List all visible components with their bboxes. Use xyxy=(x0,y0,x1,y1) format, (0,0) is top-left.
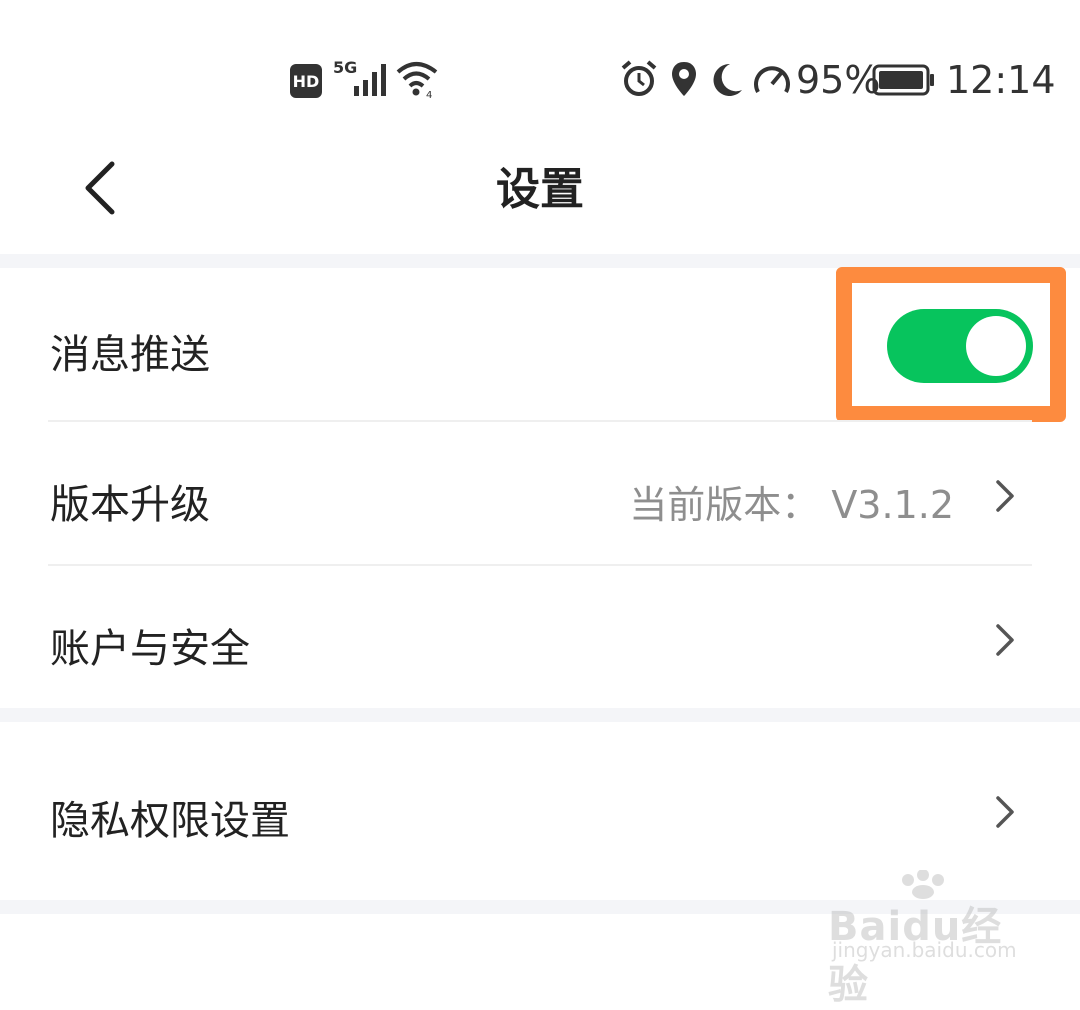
current-version-value: 当前版本： V3.1.2 xyxy=(629,483,954,527)
speed-icon xyxy=(754,66,790,93)
svg-text:4: 4 xyxy=(426,90,432,100)
moon-icon xyxy=(713,63,742,96)
version-upgrade-row[interactable]: 版本升级 当前版本： V3.1.2 xyxy=(0,422,1080,564)
signal-icon xyxy=(354,64,386,96)
alarm-icon xyxy=(621,60,657,96)
section-separator xyxy=(0,254,1080,268)
push-notification-toggle[interactable] xyxy=(887,309,1033,383)
account-security-row[interactable]: 账户与安全 xyxy=(0,566,1080,708)
page-title: 设置 xyxy=(496,164,584,215)
section-separator xyxy=(0,708,1080,722)
watermark-url: jingyan.baidu.com xyxy=(832,938,1017,962)
location-icon xyxy=(672,62,696,96)
clock: 12:14 xyxy=(946,58,1056,102)
version-upgrade-label: 版本升级 xyxy=(50,482,210,528)
chevron-right-icon xyxy=(996,480,1014,512)
baidu-watermark: Baidu经验 jingyan.baidu.com xyxy=(828,870,1028,1008)
push-notification-label: 消息推送 xyxy=(50,332,210,378)
status-bar: HD 5G 4 95% 12:14 xyxy=(0,0,1080,160)
privacy-settings-label: 隐私权限设置 xyxy=(50,798,290,844)
battery-icon xyxy=(872,64,934,96)
chevron-right-icon xyxy=(996,624,1014,656)
account-security-label: 账户与安全 xyxy=(50,626,250,672)
toggle-knob xyxy=(966,316,1026,376)
hd-badge: HD xyxy=(290,64,322,98)
battery-percent: 95% xyxy=(796,58,881,102)
wifi-icon: 4 xyxy=(396,62,438,100)
chevron-right-icon xyxy=(996,796,1014,828)
